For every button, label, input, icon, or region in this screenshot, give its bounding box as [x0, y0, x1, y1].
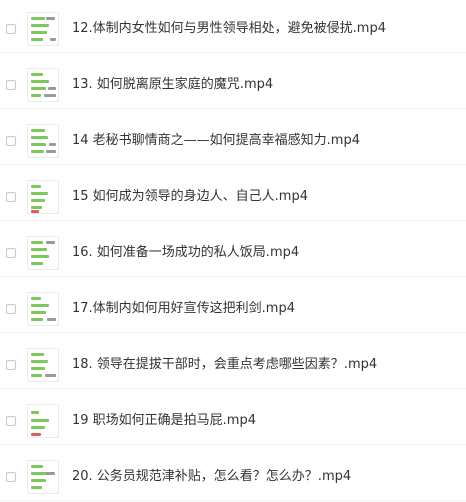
video-thumbnail-icon	[27, 180, 59, 214]
video-thumbnail-icon	[27, 124, 59, 158]
list-item[interactable]: 20. 公务员规范津补贴，怎么看？怎么办？.mp4	[0, 454, 466, 501]
list-item[interactable]: 16. 如何准备一场成功的私人饭局.mp4	[0, 230, 466, 277]
list-item[interactable]: 18. 领导在提拔干部时，会重点考虑哪些因素？.mp4	[0, 342, 466, 389]
list-item[interactable]: 15 如何成为领导的身边人、自己人.mp4	[0, 174, 466, 221]
video-thumbnail-icon	[27, 404, 59, 438]
checkbox-icon[interactable]	[6, 192, 16, 202]
checkbox-icon[interactable]	[6, 472, 16, 482]
video-thumbnail-icon	[27, 292, 59, 326]
file-name[interactable]: 18. 领导在提拔干部时，会重点考虑哪些因素？.mp4	[72, 357, 377, 373]
list-item[interactable]: 19 职场如何正确是拍马屁.mp4	[0, 398, 466, 445]
checkbox-icon[interactable]	[6, 24, 16, 34]
file-name[interactable]: 12.体制内女性如何与男性领导相处，避免被侵扰.mp4	[72, 21, 386, 37]
file-name[interactable]: 15 如何成为领导的身边人、自己人.mp4	[72, 189, 308, 205]
file-name[interactable]: 13. 如何脱离原生家庭的魔咒.mp4	[72, 77, 273, 93]
video-thumbnail-icon	[27, 12, 59, 46]
file-name[interactable]: 20. 公务员规范津补贴，怎么看？怎么办？.mp4	[72, 469, 351, 485]
checkbox-icon[interactable]	[6, 248, 16, 258]
video-thumbnail-icon	[27, 460, 59, 494]
file-name[interactable]: 16. 如何准备一场成功的私人饭局.mp4	[72, 245, 299, 261]
video-thumbnail-icon	[27, 68, 59, 102]
list-item[interactable]: 13. 如何脱离原生家庭的魔咒.mp4	[0, 62, 466, 109]
checkbox-icon[interactable]	[6, 360, 16, 370]
list-item[interactable]: 17.体制内如何用好宣传这把利剑.mp4	[0, 286, 466, 333]
file-name[interactable]: 14 老秘书聊情商之——如何提高幸福感知力.mp4	[72, 133, 360, 149]
checkbox-icon[interactable]	[6, 136, 16, 146]
video-thumbnail-icon	[27, 348, 59, 382]
checkbox-icon[interactable]	[6, 80, 16, 90]
video-thumbnail-icon	[27, 236, 59, 270]
list-item[interactable]: 14 老秘书聊情商之——如何提高幸福感知力.mp4	[0, 118, 466, 165]
checkbox-icon[interactable]	[6, 304, 16, 314]
list-item[interactable]: 12.体制内女性如何与男性领导相处，避免被侵扰.mp4	[0, 6, 466, 53]
file-list: 12.体制内女性如何与男性领导相处，避免被侵扰.mp4 13. 如何脱离原生家庭…	[0, 0, 466, 502]
file-name[interactable]: 17.体制内如何用好宣传这把利剑.mp4	[72, 301, 295, 317]
file-name[interactable]: 19 职场如何正确是拍马屁.mp4	[72, 413, 256, 429]
checkbox-icon[interactable]	[6, 416, 16, 426]
